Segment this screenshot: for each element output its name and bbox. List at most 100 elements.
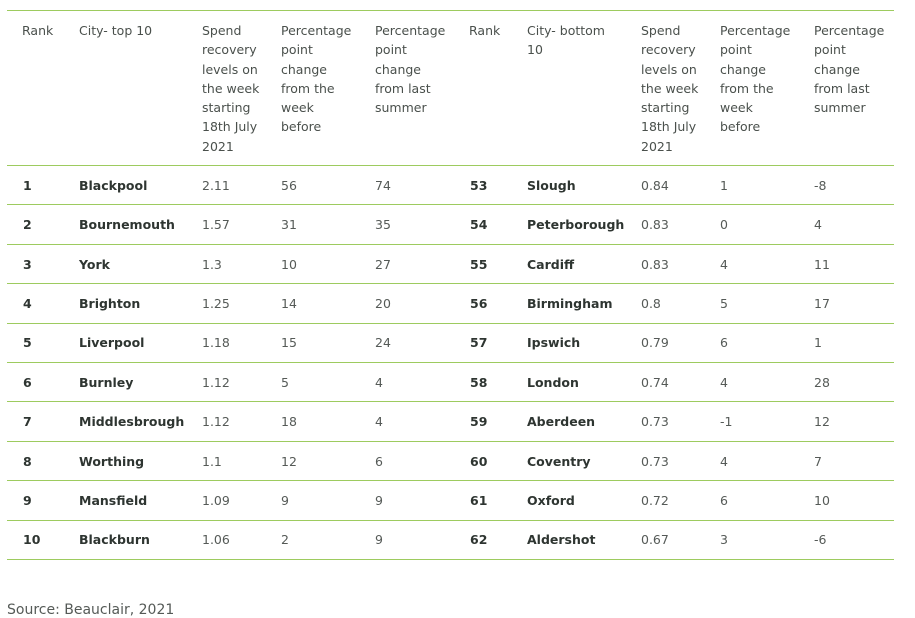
cell-city-top: Bournemouth [79,217,175,233]
cell-city-bottom: Ipswich [527,335,581,351]
cell-change-week-bottom: 5 [720,295,728,311]
table-row: 7 Middlesbrough 1.12 18 4 59 Aberdeen 0.73 -1 12 [7,402,894,442]
cell-rank-bottom: 56 [470,295,488,311]
cell-rank-bottom: 60 [470,453,488,469]
cell-rank-bottom: 55 [470,256,488,272]
table-row: 6 Burnley 1.12 5 4 58 London 0.74 4 28 [7,363,894,402]
cell-city-bottom: Oxford [527,492,575,508]
cell-city-top: Blackburn [79,532,150,548]
cell-spend-bottom: 0.83 [641,217,669,233]
cell-spend-bottom: 0.74 [641,374,669,390]
cell-city-bottom: Aberdeen [527,414,596,430]
cell-rank-top: 8 [23,453,32,469]
cell-spend-bottom: 0.67 [641,532,669,548]
cell-change-summer-bottom: 28 [814,374,830,390]
cell-city-top: Brighton [79,295,141,311]
cell-city-top: Blackpool [79,177,148,193]
cell-rank-bottom: 58 [470,374,488,390]
cell-change-summer-bottom: 12 [814,414,830,430]
cell-change-summer-top: 74 [375,177,391,193]
cell-spend-bottom: 0.83 [641,256,669,272]
cell-change-week-bottom: 6 [720,492,728,508]
cell-city-bottom: Coventry [527,453,591,469]
cell-spend-top: 1.57 [202,217,230,233]
cell-change-summer-top: 35 [375,217,391,233]
cell-change-summer-bottom: -6 [814,532,827,548]
header-rank-top: Rank [22,23,54,38]
table-row: 5 Liverpool 1.18 15 24 57 Ipswich 0.79 6 1 [7,323,894,363]
cell-change-summer-top: 9 [375,532,383,548]
cell-spend-top: 1.3 [202,256,222,272]
cell-spend-top: 2.11 [202,177,230,193]
table-row: 8 Worthing 1.1 12 6 60 Coventry 0.73 4 7 [7,441,894,481]
cell-city-bottom: Slough [527,177,576,193]
cell-rank-top: 2 [23,217,32,233]
cell-rank-top: 7 [23,414,32,430]
cell-change-week-top: 14 [281,295,297,311]
cell-spend-bottom: 0.8 [641,295,661,311]
cell-change-summer-bottom: -8 [814,177,827,193]
cell-spend-top: 1.09 [202,492,230,508]
cell-rank-bottom: 59 [470,414,488,430]
cell-change-summer-bottom: 11 [814,256,830,272]
cell-spend-bottom: 0.73 [641,414,669,430]
cell-change-summer-top: 27 [375,256,391,272]
cell-spend-bottom: 0.84 [641,177,669,193]
cell-change-week-bottom: 6 [720,335,728,351]
table-row: 10 Blackburn 1.06 2 9 62 Aldershot 0.67 3 -6 [7,520,894,560]
cell-change-summer-bottom: 4 [814,217,822,233]
cell-rank-bottom: 61 [470,492,488,508]
cell-city-top: Burnley [79,374,134,390]
cell-rank-top: 3 [23,256,32,272]
cell-change-week-top: 12 [281,453,297,469]
cell-rank-top: 6 [23,374,32,390]
cell-rank-top: 5 [23,335,32,351]
header-change-summer-bottom: Percentage point change from last summer [814,23,885,116]
cell-change-week-bottom: 0 [720,217,728,233]
cell-rank-bottom: 53 [470,177,488,193]
header-city-top: City- top 10 [79,23,153,38]
table-row: 3 York 1.3 10 27 55 Cardiff 0.83 4 11 [7,244,894,284]
cell-spend-top: 1.06 [202,532,230,548]
city-spend-recovery-table: Rank City- top 10 Spend recovery levels … [7,10,894,560]
table-row: 4 Brighton 1.25 14 20 56 Birmingham 0.8 5 17 [7,284,894,324]
header-change-week-bottom: Percentage point change from the week be… [720,23,791,135]
cell-spend-bottom: 0.79 [641,335,669,351]
cell-rank-top: 4 [23,295,32,311]
cell-change-week-top: 15 [281,335,297,351]
header-rank-bottom: Rank [469,23,501,38]
cell-change-summer-top: 4 [375,374,383,390]
cell-rank-bottom: 57 [470,335,488,351]
cell-city-top: York [79,256,110,272]
cell-change-summer-bottom: 10 [814,492,830,508]
cell-change-summer-top: 6 [375,453,383,469]
cell-city-top: Middlesbrough [79,414,185,430]
cell-spend-top: 1.25 [202,295,230,311]
cell-change-summer-bottom: 7 [814,453,822,469]
cell-rank-top: 1 [23,177,32,193]
cell-change-summer-top: 4 [375,414,383,430]
cell-city-bottom: Peterborough [527,217,625,233]
table-row: 2 Bournemouth 1.57 31 35 54 Peterborough 0.83 0 4 [7,205,894,245]
cell-change-week-top: 2 [281,532,289,548]
cell-change-summer-bottom: 1 [814,335,822,351]
header-city-bottom: City- bottom 10 [527,23,605,58]
cell-change-week-top: 9 [281,492,289,508]
cell-city-bottom: Birmingham [527,295,613,311]
cell-spend-top: 1.1 [202,453,222,469]
cell-spend-top: 1.12 [202,414,230,430]
cell-city-top: Liverpool [79,335,145,351]
cell-spend-top: 1.12 [202,374,230,390]
header-spend-bottom: Spend recovery levels on the week starti… [641,23,699,154]
cell-spend-bottom: 0.73 [641,453,669,469]
cell-rank-bottom: 54 [470,217,488,233]
table-body: 1 Blackpool 2.11 56 74 53 Slough 0.84 1 -8 2 Bourne… [7,166,894,560]
cell-change-summer-bottom: 17 [814,295,830,311]
table-row: 9 Mansfield 1.09 9 9 61 Oxford 0.72 6 10 [7,481,894,521]
cell-change-week-bottom: 3 [720,532,728,548]
cell-change-week-top: 5 [281,374,289,390]
cell-rank-top: 10 [23,532,41,548]
cell-change-summer-top: 24 [375,335,391,351]
cell-change-week-top: 56 [281,177,297,193]
cell-change-week-top: 31 [281,217,297,233]
